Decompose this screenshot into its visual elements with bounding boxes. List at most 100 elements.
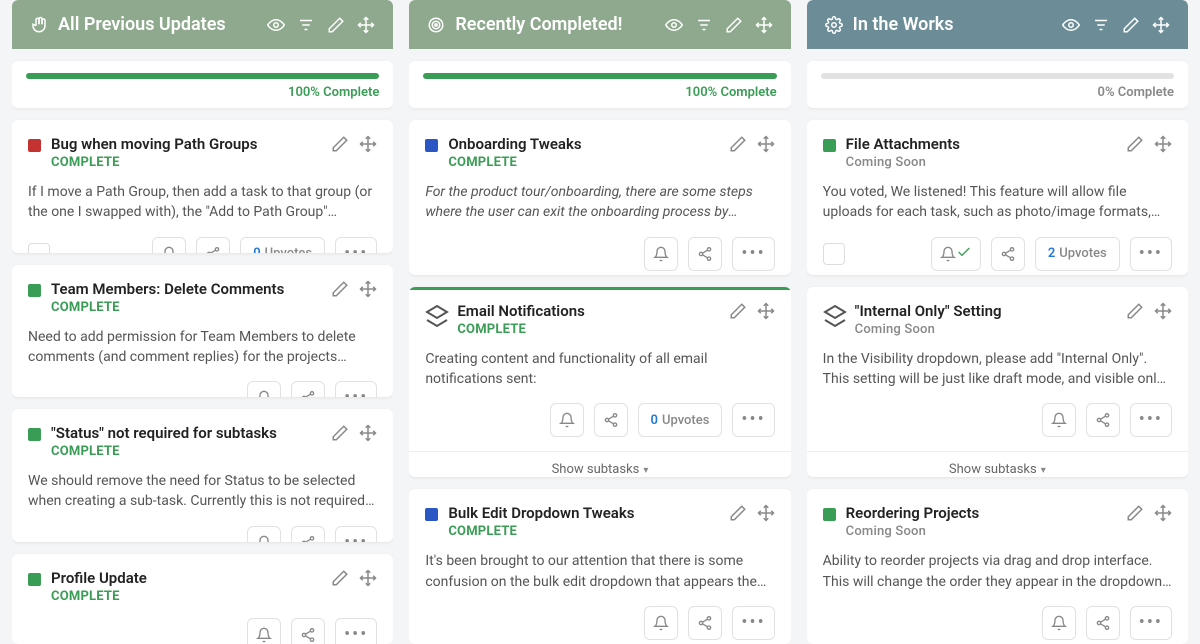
move-icon[interactable] <box>359 280 377 298</box>
card-title: Reordering Projects <box>846 504 1118 522</box>
column-header: Recently Completed! <box>409 0 790 49</box>
status-color-icon <box>425 508 438 521</box>
move-icon[interactable] <box>1154 302 1172 320</box>
more-button[interactable]: ••• <box>732 237 774 271</box>
card-footer: ••• <box>28 618 377 644</box>
more-button[interactable]: ••• <box>335 237 377 253</box>
notify-button[interactable] <box>550 403 584 437</box>
card-title: "Status" not required for subtasks <box>51 424 323 442</box>
edit-icon[interactable] <box>729 302 747 320</box>
share-button[interactable] <box>291 381 325 397</box>
move-icon[interactable] <box>755 16 773 34</box>
stack-icon <box>425 304 449 328</box>
visibility-icon[interactable] <box>665 16 683 34</box>
badge-icon <box>823 243 845 265</box>
task-card[interactable]: Team Members: Delete CommentsCOMPLETENee… <box>12 265 393 398</box>
share-button[interactable] <box>594 403 628 437</box>
edit-icon[interactable] <box>331 424 349 442</box>
upvotes-button[interactable]: 0Upvotes <box>240 237 325 253</box>
column-type-icon <box>825 16 843 34</box>
card-title: Team Members: Delete Comments <box>51 280 323 298</box>
task-card[interactable]: Email NotificationsCOMPLETECreating cont… <box>409 287 790 477</box>
show-subtasks-toggle[interactable]: Show subtasks▾ <box>409 451 790 477</box>
board-column: All Previous Updates100% CompleteBug whe… <box>12 0 393 644</box>
task-card[interactable]: Bug when moving Path GroupsCOMPLETEIf I … <box>12 120 393 253</box>
move-icon[interactable] <box>757 135 775 153</box>
more-button[interactable]: ••• <box>1130 606 1172 640</box>
card-footer: 0Upvotes ••• <box>28 237 377 253</box>
share-button[interactable] <box>688 237 722 271</box>
more-button[interactable]: ••• <box>1130 403 1172 437</box>
more-button[interactable]: ••• <box>335 381 377 397</box>
move-icon[interactable] <box>757 302 775 320</box>
card-status: COMPLETE <box>51 589 323 604</box>
column-body: 0% CompleteFile AttachmentsComing SoonYo… <box>807 49 1188 644</box>
progress-bar <box>423 73 776 79</box>
task-card[interactable]: Onboarding TweaksCOMPLETEFor the product… <box>409 120 790 275</box>
edit-icon[interactable] <box>331 135 349 153</box>
edit-icon[interactable] <box>1126 504 1144 522</box>
move-icon[interactable] <box>757 504 775 522</box>
edit-icon[interactable] <box>1122 16 1140 34</box>
share-button[interactable] <box>291 526 325 542</box>
move-icon[interactable] <box>1154 504 1172 522</box>
board-column: In the Works0% CompleteFile AttachmentsC… <box>807 0 1188 644</box>
notify-button[interactable] <box>152 237 186 253</box>
share-button[interactable] <box>196 237 230 253</box>
share-button[interactable] <box>991 237 1025 271</box>
edit-icon[interactable] <box>331 280 349 298</box>
task-card[interactable]: "Internal Only" SettingComing SoonIn the… <box>807 287 1188 477</box>
more-button[interactable]: ••• <box>1130 237 1172 271</box>
card-title: Profile Update <box>51 569 323 587</box>
task-card[interactable]: Reordering ProjectsComing SoonAbility to… <box>807 489 1188 644</box>
edit-icon[interactable] <box>327 16 345 34</box>
edit-icon[interactable] <box>331 569 349 587</box>
visibility-icon[interactable] <box>267 16 285 34</box>
share-button[interactable] <box>291 618 325 644</box>
task-card[interactable]: "Status" not required for subtasksCOMPLE… <box>12 409 393 542</box>
task-card[interactable]: File AttachmentsComing SoonYou voted, We… <box>807 120 1188 275</box>
edit-icon[interactable] <box>729 135 747 153</box>
card-description: For the product tour/onboarding, there a… <box>425 182 774 223</box>
more-button[interactable]: ••• <box>335 618 377 644</box>
notify-button[interactable] <box>1042 403 1076 437</box>
task-card[interactable]: Bulk Edit Dropdown TweaksCOMPLETEIt's be… <box>409 489 790 644</box>
card-description: Creating content and functionality of al… <box>425 349 774 390</box>
filter-icon[interactable] <box>297 16 315 34</box>
move-icon[interactable] <box>359 424 377 442</box>
card-description: If I move a Path Group, then add a task … <box>28 182 377 223</box>
share-button[interactable] <box>688 606 722 640</box>
notify-button[interactable] <box>1042 606 1076 640</box>
edit-icon[interactable] <box>729 504 747 522</box>
move-icon[interactable] <box>357 16 375 34</box>
share-button[interactable] <box>1086 606 1120 640</box>
notify-button[interactable] <box>931 237 981 271</box>
edit-icon[interactable] <box>1126 302 1144 320</box>
notify-button[interactable] <box>247 526 281 542</box>
card-description: We should remove the need for Status to … <box>28 471 377 512</box>
progress-card: 100% Complete <box>12 61 393 108</box>
edit-icon[interactable] <box>725 16 743 34</box>
show-subtasks-toggle[interactable]: Show subtasks▾ <box>807 451 1188 477</box>
edit-icon[interactable] <box>1126 135 1144 153</box>
upvotes-button[interactable]: 0Upvotes <box>638 403 723 437</box>
task-card[interactable]: Profile Update COMPLETE ••• <box>12 554 393 644</box>
filter-icon[interactable] <box>1092 16 1110 34</box>
notify-button[interactable] <box>247 381 281 397</box>
card-status: COMPLETE <box>457 322 720 337</box>
upvotes-button[interactable]: 2Upvotes <box>1035 237 1120 271</box>
visibility-icon[interactable] <box>1062 16 1080 34</box>
more-button[interactable]: ••• <box>732 606 774 640</box>
notify-button[interactable] <box>644 237 678 271</box>
move-icon[interactable] <box>1154 135 1172 153</box>
more-button[interactable]: ••• <box>732 403 774 437</box>
move-icon[interactable] <box>1152 16 1170 34</box>
more-button[interactable]: ••• <box>335 526 377 542</box>
card-status: COMPLETE <box>448 524 720 539</box>
notify-button[interactable] <box>247 618 281 644</box>
notify-button[interactable] <box>644 606 678 640</box>
move-icon[interactable] <box>359 135 377 153</box>
filter-icon[interactable] <box>695 16 713 34</box>
move-icon[interactable] <box>359 569 377 587</box>
share-button[interactable] <box>1086 403 1120 437</box>
